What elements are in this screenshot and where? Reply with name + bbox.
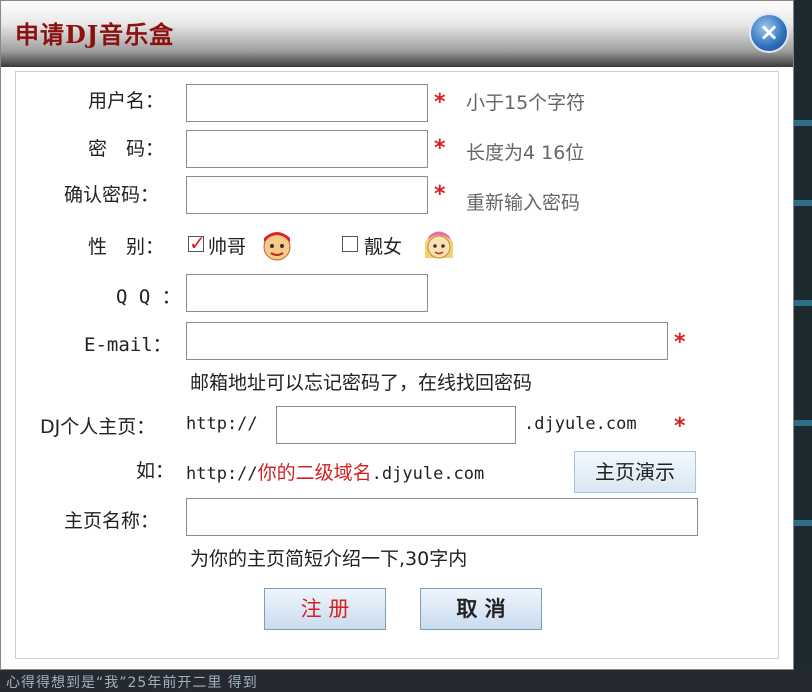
username-label: 用户名：: [88, 90, 165, 112]
background-page-strip: [792, 0, 812, 692]
password-input[interactable]: [186, 130, 428, 168]
close-button[interactable]: ×: [749, 13, 789, 53]
qq-label: Q Q ：: [116, 286, 181, 308]
background-page-bottom: 心得得想到是“我”25年前开二里 得到: [0, 670, 812, 692]
homepage-name-input[interactable]: [186, 498, 698, 536]
username-input[interactable]: [186, 84, 428, 122]
gender-female-checkbox[interactable]: [342, 236, 358, 252]
confirm-password-label: 确认密码：: [64, 184, 160, 206]
gender-label: 性 别：: [88, 236, 165, 258]
confirm-required-mark: *: [434, 182, 446, 207]
dialog-titlebar: 申请DJ音乐盒 ×: [1, 1, 793, 67]
girl-face-icon: [425, 231, 453, 259]
gender-female-label: 靓女: [364, 236, 403, 258]
example-label: 如：: [136, 460, 175, 482]
email-label: E-mail：: [84, 334, 172, 356]
dialog-title: 申请DJ音乐盒: [15, 20, 175, 49]
background-text: 心得得想到是“我”25年前开二里 得到: [6, 675, 258, 691]
homepage-name-label: 主页名称：: [64, 510, 160, 532]
example-url: http://你的二级域名.djyule.com: [186, 458, 484, 485]
homepage-name-hint: 为你的主页简短介绍一下,30字内: [190, 548, 468, 570]
qq-input[interactable]: [186, 274, 428, 312]
cancel-button[interactable]: 取 消: [420, 588, 542, 630]
gender-male-label: 帅哥: [208, 236, 247, 258]
password-label: 密 码：: [88, 138, 165, 160]
email-required-mark: *: [674, 330, 686, 355]
form-body: 用户名： * 小于15个字符 密 码： * 长度为4 16位 确认密码： * 重…: [15, 71, 779, 659]
example-highlight: 你的二级域名: [257, 462, 372, 484]
example-suffix: .djyule.com: [371, 464, 485, 484]
homepage-label: DJ个人主页：: [40, 416, 156, 438]
homepage-required-mark: *: [674, 414, 686, 439]
homepage-demo-button[interactable]: 主页演示: [574, 451, 696, 493]
confirm-password-input[interactable]: [186, 176, 428, 214]
homepage-suffix: .djyule.com: [524, 414, 637, 434]
username-hint: 小于15个字符: [466, 92, 586, 114]
close-icon: ×: [758, 18, 780, 46]
password-hint: 长度为4 16位: [466, 142, 585, 164]
example-prefix: http://: [186, 464, 258, 484]
gender-male-checkbox[interactable]: [188, 231, 206, 255]
homepage-subdomain-input[interactable]: [276, 406, 516, 444]
register-button[interactable]: 注 册: [264, 588, 386, 630]
register-dialog: 申请DJ音乐盒 × 用户名： * 小于15个字符 密 码： * 长度为4 16位…: [0, 0, 794, 670]
homepage-prefix: http://: [186, 414, 258, 434]
email-input[interactable]: [186, 322, 668, 360]
boy-face-icon: [263, 232, 291, 261]
password-required-mark: *: [434, 136, 446, 161]
confirm-hint: 重新输入密码: [466, 192, 581, 214]
username-required-mark: *: [434, 90, 446, 115]
email-hint: 邮箱地址可以忘记密码了，在线找回密码: [190, 372, 533, 394]
